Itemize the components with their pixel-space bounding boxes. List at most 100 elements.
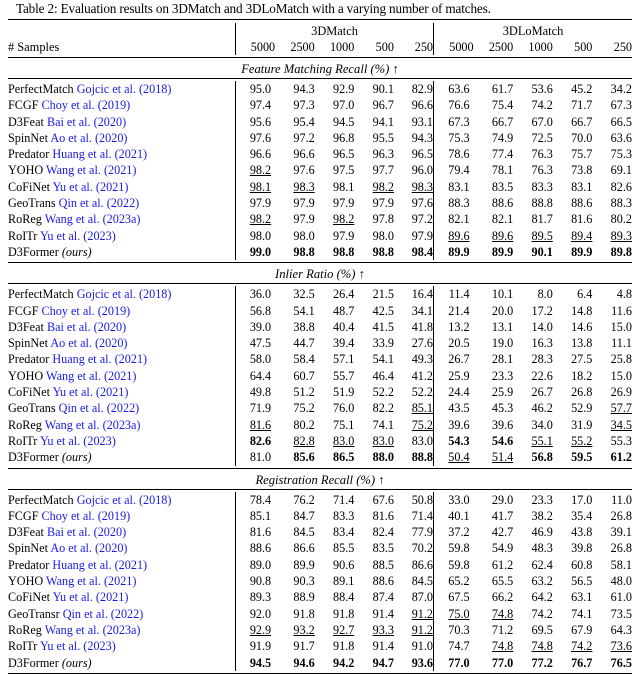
citation-link[interactable]: Wang et al. (2023a)	[45, 212, 141, 226]
value: 33.0	[448, 492, 470, 507]
citation-link[interactable]: Bai et al. (2020)	[47, 320, 126, 334]
value: 13.1	[491, 319, 514, 334]
value: 24.4	[448, 385, 470, 400]
value: 78.6	[448, 147, 470, 162]
citation-link[interactable]: Huang et al. (2021)	[52, 558, 147, 572]
value: 60.8	[571, 557, 593, 572]
citation-link[interactable]: Choy et al. (2019)	[42, 509, 131, 523]
data-cell: 59.8	[433, 556, 474, 574]
data-cell: 61.2	[592, 449, 632, 465]
citation-link[interactable]: Yu et al. (2023)	[40, 229, 116, 243]
data-cell: 88.9	[275, 589, 314, 605]
data-cell: 10.1	[474, 286, 513, 302]
method-name-cell: PerfectMatch Gojcic et al. (2018)	[8, 81, 236, 97]
value: 74.2	[531, 98, 553, 113]
citation-link[interactable]: Wang et al. (2023a)	[45, 623, 141, 637]
value: 34.0	[531, 417, 553, 432]
citation-link[interactable]: Bai et al. (2020)	[47, 115, 126, 129]
samples-header-row: # Samples 5000 2500 1000 500 250 5000 2500 1000 5…	[8, 39, 632, 55]
data-cell: 97.9	[275, 195, 314, 211]
value: 95.5	[372, 130, 394, 145]
value: 64.3	[610, 622, 632, 637]
data-cell: 66.7	[474, 114, 513, 130]
data-cell: 54.3	[433, 432, 474, 450]
citation-link[interactable]: Gojcic et al. (2018)	[77, 82, 172, 96]
group-header-spacer	[8, 23, 236, 39]
column-header-3dlomatch-5000: 5000	[433, 39, 474, 55]
citation-link[interactable]: Gojcic et al. (2018)	[77, 493, 172, 507]
value: 19.0	[491, 336, 514, 351]
value: 17.0	[571, 492, 593, 507]
value: 28.1	[491, 352, 514, 367]
value: 98.1	[333, 179, 355, 194]
value: 86.6	[411, 557, 434, 572]
data-cell: 93.2	[275, 622, 314, 638]
data-cell: 94.1	[354, 114, 394, 130]
citation-link[interactable]: Yu et al. (2023)	[40, 639, 116, 653]
value: 26.8	[610, 508, 632, 523]
value: 76.3	[531, 163, 553, 178]
value: 76.3	[531, 147, 553, 162]
section-title: Registration Recall (%) ↑	[255, 472, 385, 487]
citation-link[interactable]: Huang et al. (2021)	[52, 147, 147, 161]
value-best: 89.9	[448, 244, 470, 259]
value: 97.9	[249, 196, 272, 211]
value: 60.7	[293, 368, 315, 383]
data-cell: 81.6	[235, 416, 276, 433]
method-name: SpinNet	[8, 130, 48, 145]
citation-link[interactable]: Ao et al. (2020)	[50, 131, 127, 145]
data-cell: 13.1	[474, 319, 514, 335]
data-cell: 69.1	[592, 162, 632, 178]
value: 88.3	[610, 196, 632, 211]
citation-link[interactable]: Wang et al. (2021)	[46, 163, 136, 177]
data-cell: 16.3	[513, 335, 552, 351]
data-cell: 91.4	[354, 638, 394, 654]
method-name: YOHO	[8, 163, 44, 178]
data-cell: 49.3	[394, 351, 434, 367]
citation-link[interactable]: Yu et al. (2021)	[53, 385, 129, 399]
value: 91.9	[249, 639, 272, 654]
citation-link[interactable]: Bai et al. (2020)	[47, 525, 126, 539]
value-best: 93.6	[411, 655, 434, 670]
citation-link[interactable]: Yu et al. (2021)	[53, 590, 129, 604]
value: 67.5	[448, 590, 470, 605]
value: 83.1	[448, 179, 470, 194]
value: 11.1	[611, 336, 632, 351]
citation-link[interactable]: Yu et al. (2021)	[53, 180, 129, 194]
citation-link[interactable]: Ao et al. (2020)	[50, 541, 127, 555]
citation-link[interactable]: Choy et al. (2019)	[42, 304, 131, 318]
data-cell: 52.2	[354, 384, 394, 400]
value: 76.6	[448, 98, 470, 113]
data-cell: 42.7	[474, 524, 513, 540]
data-cell: 73.5	[592, 606, 632, 622]
value: 71.9	[249, 401, 272, 416]
value-best: 54.6	[491, 433, 514, 448]
citation-link[interactable]: Choy et al. (2019)	[42, 98, 131, 112]
data-cell: 67.9	[553, 622, 592, 638]
citation-link[interactable]: Huang et al. (2021)	[52, 352, 147, 366]
value: 91.8	[333, 606, 355, 621]
method-name: GeoTrans	[8, 196, 56, 211]
citation-link[interactable]: Wang et al. (2021)	[46, 574, 136, 588]
value-second-best: 92.9	[249, 622, 272, 637]
value: 91.0	[411, 639, 434, 654]
citation-link[interactable]: Wang et al. (2023a)	[45, 418, 141, 432]
data-cell: 88.6	[235, 540, 276, 557]
citation-link[interactable]: Qin et al. (2022)	[59, 196, 140, 210]
column-header-3dmatch-500: 500	[375, 40, 394, 54]
citation-link[interactable]: Wang et al. (2021)	[46, 369, 136, 383]
citation-link[interactable]: Yu et al. (2023)	[40, 434, 116, 448]
value: 23.3	[531, 492, 553, 507]
data-cell: 27.6	[394, 335, 434, 351]
value-second-best: 75.0	[448, 606, 470, 621]
data-cell: 41.8	[394, 319, 434, 335]
method-name-cell: RoReg Wang et al. (2023a)	[8, 622, 236, 638]
citation-link[interactable]: Qin et al. (2022)	[63, 607, 144, 621]
data-cell: 59.8	[433, 540, 474, 557]
citation-link[interactable]: Ao et al. (2020)	[50, 336, 127, 350]
data-cell: 26.8	[592, 540, 632, 556]
citation-link[interactable]: Qin et al. (2022)	[59, 401, 140, 415]
citation-link[interactable]: Gojcic et al. (2018)	[77, 287, 172, 301]
table-row: RoReg Wang et al. (2023a) 81.6 80.2 75.1 74.…	[8, 416, 632, 433]
data-cell: 76.3	[513, 162, 553, 178]
